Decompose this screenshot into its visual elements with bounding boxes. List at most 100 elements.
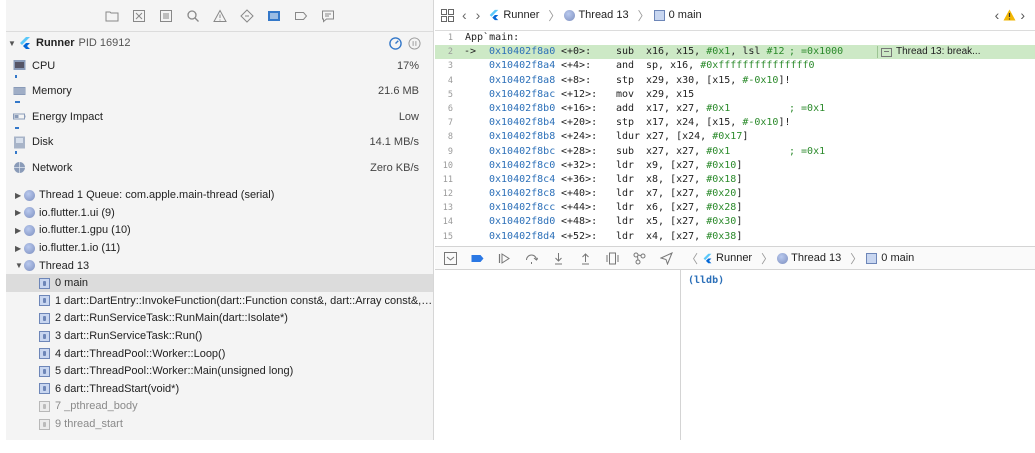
disassembly-line[interactable]: 15 0x10402f8d4 <+52>: ldr x4, [x27, #0x38] bbox=[435, 230, 1035, 244]
warning-icon[interactable] bbox=[1003, 9, 1016, 21]
flutter-icon bbox=[490, 9, 499, 21]
step-out-icon[interactable] bbox=[578, 251, 593, 266]
editor-area: ‹ › Runner 〉 Thread 13 〉 0 main ‹ › 1 App… bbox=[435, 0, 1035, 440]
instruction-address: 0x10402f8cc bbox=[489, 202, 556, 214]
source-control-icon[interactable] bbox=[131, 8, 147, 24]
thread-row[interactable]: ▶ io.flutter.1.ui (9) bbox=[6, 204, 433, 222]
disassembly-line[interactable]: 7 0x10402f8b4 <+20>: stp x17, x24, [x15, #-0… bbox=[435, 116, 1035, 130]
previous-issue-icon[interactable]: ‹ bbox=[995, 7, 1000, 23]
disassembly-view[interactable]: 1 App`main: 2 -> 0x10402f8a0 <+0>: sub x16, x1… bbox=[435, 31, 1035, 245]
operand-part: #0xfffffffffffffff0 bbox=[700, 60, 815, 72]
stack-frame-row[interactable]: 7 _pthread_body bbox=[6, 398, 433, 416]
instruction-offset: <+28>: bbox=[561, 145, 598, 157]
folder-icon[interactable] bbox=[104, 8, 120, 24]
warning-icon[interactable] bbox=[212, 8, 228, 24]
disassembly-line[interactable]: 10 0x10402f8c0 <+32>: ldr x9, [x27, #0x10] bbox=[435, 159, 1035, 173]
report-icon[interactable] bbox=[320, 8, 336, 24]
next-issue-icon[interactable]: › bbox=[1020, 7, 1025, 23]
instruction-address: 0x10402f8c0 bbox=[489, 159, 556, 171]
disassembly-line[interactable]: 6 0x10402f8b0 <+16>: add x17, x27, #0x1 ; =0x… bbox=[435, 102, 1035, 116]
disassembly-line[interactable]: 14 0x10402f8d0 <+48>: ldr x5, [x27, #0x30] bbox=[435, 215, 1035, 229]
breadcrumb-app[interactable]: Runner bbox=[488, 9, 539, 21]
disassembly-line[interactable]: 3 0x10402f8a4 <+4>: and sp, x16, #0xffffffff… bbox=[435, 59, 1035, 73]
stack-frame-row[interactable]: 3 dart::RunServiceTask::Run() bbox=[6, 327, 433, 345]
console-view[interactable]: (lldb) bbox=[682, 270, 1035, 440]
line-number: 12 bbox=[442, 189, 453, 200]
continue-icon[interactable] bbox=[497, 251, 512, 266]
stack-frame-row[interactable]: 1 dart::DartEntry::InvokeFunction(dart::… bbox=[6, 292, 433, 310]
breadcrumb-thread[interactable]: Thread 13 bbox=[564, 9, 629, 21]
stack-frame-row[interactable]: 6 dart::ThreadStart(void*) bbox=[6, 380, 433, 398]
thread-row[interactable]: ▶ io.flutter.1.gpu (10) bbox=[6, 222, 433, 240]
disclosure-triangle-icon[interactable]: ▶ bbox=[15, 208, 24, 217]
stack-frame-row[interactable]: 5 dart::ThreadPool::Worker::Main(unsigne… bbox=[6, 362, 433, 380]
breakpoint-icon[interactable] bbox=[293, 8, 309, 24]
operand-part: sp, x16, bbox=[646, 60, 701, 72]
gauge-list: CPU 17% Memory 21.6 MB Energy Impact Low… bbox=[6, 53, 433, 181]
stack-frame-row[interactable]: 9 thread_start bbox=[6, 415, 433, 433]
gauge-disk[interactable]: Disk 14.1 MB/s bbox=[6, 130, 433, 156]
search-icon[interactable] bbox=[185, 8, 201, 24]
forward-icon[interactable]: › bbox=[476, 7, 481, 23]
symbol-icon[interactable] bbox=[158, 8, 174, 24]
debug-navigator-icon[interactable] bbox=[266, 8, 282, 24]
frame-icon bbox=[39, 365, 50, 377]
thread-row[interactable]: ▶ io.flutter.1.io (11) bbox=[6, 239, 433, 257]
disassembly-line[interactable]: 4 0x10402f8a8 <+8>: stp x29, x30, [x15, #-0x… bbox=[435, 74, 1035, 88]
frame-icon bbox=[39, 277, 50, 289]
disassembly-line[interactable]: 12 0x10402f8c8 <+40>: ldr x7, [x27, #0x20] bbox=[435, 187, 1035, 201]
back-icon[interactable]: ‹ bbox=[462, 7, 467, 23]
instruction-mnemonic: and bbox=[616, 60, 635, 72]
disassembly-line-current[interactable]: 2 -> 0x10402f8a0 <+0>: sub x16, x15, #0x1, ls… bbox=[435, 45, 1035, 60]
step-into-icon[interactable] bbox=[551, 251, 566, 266]
gauge-memory[interactable]: Memory 21.6 MB bbox=[6, 79, 433, 105]
pc-arrow bbox=[457, 102, 489, 116]
hide-debug-area-icon[interactable] bbox=[443, 251, 458, 266]
pause-process-icon[interactable] bbox=[408, 36, 421, 50]
step-over-icon[interactable] bbox=[524, 251, 539, 266]
test-icon[interactable] bbox=[239, 8, 255, 24]
breadcrumb-separator-icon: 〉 bbox=[548, 8, 561, 23]
stack-frame-row[interactable]: 0 main bbox=[6, 274, 433, 293]
operand-part: x4, [x27, bbox=[646, 230, 707, 242]
disassembly-line[interactable]: 8 0x10402f8b8 <+24>: ldur x27, [x24, #0x17] bbox=[435, 130, 1035, 144]
debug-breadcrumb-app[interactable]: Runner bbox=[702, 252, 752, 264]
disclosure-triangle-icon[interactable]: ▶ bbox=[15, 226, 24, 235]
breakpoint-annotation[interactable]: Thread 13: break... bbox=[877, 46, 985, 59]
stack-frame-row[interactable]: 4 dart::ThreadPool::Worker::Loop() bbox=[6, 345, 433, 363]
disclosure-triangle-icon[interactable]: ▶ bbox=[15, 244, 24, 253]
disclosure-triangle-icon[interactable]: ▼ bbox=[15, 261, 24, 270]
breadcrumb-separator-icon: 〉 bbox=[637, 8, 650, 23]
debug-breadcrumb-frame[interactable]: 0 main bbox=[866, 252, 914, 264]
stack-frame-row[interactable]: 2 dart::RunServiceTask::RunMain(dart::Is… bbox=[6, 310, 433, 328]
related-items-icon[interactable] bbox=[441, 8, 454, 22]
thread-row[interactable]: ▶ Thread 1 Queue: com.apple.main-thread … bbox=[6, 187, 433, 205]
disclosure-triangle-icon[interactable]: ▼ bbox=[8, 39, 18, 48]
instruction-address: 0x10402f8c8 bbox=[489, 188, 556, 200]
gauge-network[interactable]: Network Zero KB/s bbox=[6, 155, 433, 181]
process-row[interactable]: ▼ Runner PID 16912 bbox=[6, 33, 433, 53]
view-debugger-icon[interactable] bbox=[605, 251, 620, 266]
breakpoints-toggle-icon[interactable] bbox=[470, 251, 485, 266]
thread-row-expanded[interactable]: ▼ Thread 13 bbox=[6, 257, 433, 275]
gauge-cpu[interactable]: CPU 17% bbox=[6, 53, 433, 79]
debug-breadcrumb-thread[interactable]: Thread 13 bbox=[777, 252, 841, 264]
operand-part: ] bbox=[742, 131, 749, 143]
gauge-energy[interactable]: Energy Impact Low bbox=[6, 104, 433, 130]
disassembly-line[interactable]: 13 0x10402f8cc <+44>: ldr x6, [x27, #0x28] bbox=[435, 201, 1035, 215]
instruction-offset: <+12>: bbox=[561, 88, 598, 100]
simulate-location-icon[interactable] bbox=[659, 251, 674, 266]
gauge-icon[interactable] bbox=[389, 36, 402, 50]
disassembly-line[interactable]: 11 0x10402f8c4 <+36>: ldr x8, [x27, #0x18] bbox=[435, 173, 1035, 187]
disassembly-line[interactable]: 5 0x10402f8ac <+12>: mov x29, x15 bbox=[435, 88, 1035, 102]
disclosure-triangle-icon[interactable]: ▶ bbox=[15, 191, 24, 200]
disassembly-line[interactable]: 9 0x10402f8bc <+28>: sub x27, x27, #0x1 ; =0x… bbox=[435, 145, 1035, 159]
instruction-operands: x5, [x27, #0x30] bbox=[646, 215, 742, 229]
breadcrumb-frame[interactable]: 0 main bbox=[653, 9, 702, 21]
memory-graph-icon[interactable] bbox=[632, 251, 647, 266]
frame-icon bbox=[39, 312, 50, 324]
operand-part: , lsl bbox=[730, 46, 767, 58]
variables-view[interactable] bbox=[435, 270, 681, 440]
instruction-address: 0x10402f8b8 bbox=[489, 131, 556, 143]
line-number: 2 bbox=[447, 47, 453, 58]
